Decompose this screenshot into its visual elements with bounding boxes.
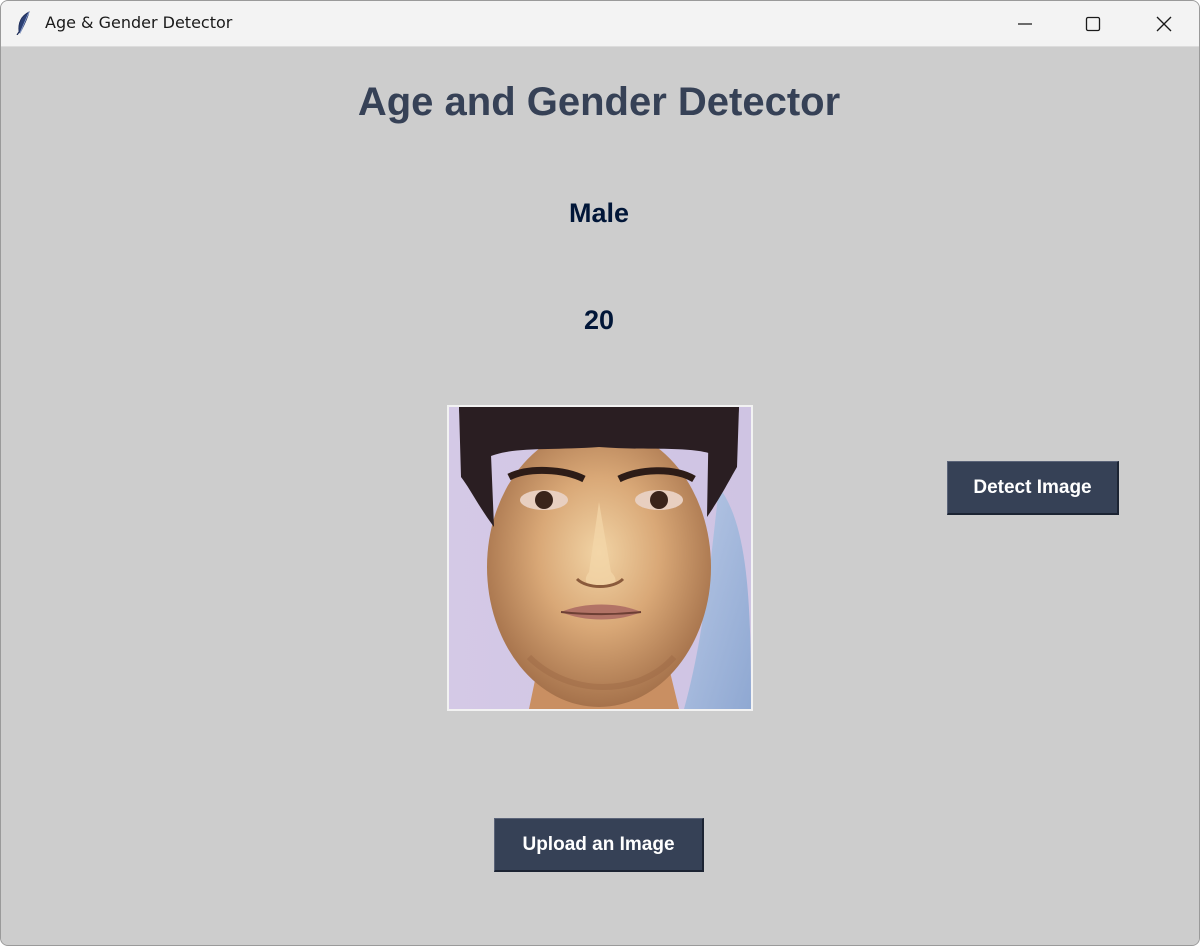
app-window: Age & Gender Detector Age and Gender Det… (0, 0, 1200, 946)
upload-image-button[interactable]: Upload an Image (494, 818, 704, 872)
uploaded-face-image (447, 405, 753, 711)
detect-image-button[interactable]: Detect Image (947, 461, 1119, 515)
face-photo (449, 407, 751, 709)
age-result-label: 20 (583, 305, 615, 335)
window-title: Age & Gender Detector (45, 13, 233, 32)
main-content: Age and Gender Detector Male 20 Detect I… (1, 47, 1199, 945)
gender-result-label: Male (568, 198, 630, 228)
title-bar[interactable]: Age & Gender Detector (1, 1, 1199, 47)
close-button[interactable] (1129, 1, 1199, 46)
minimize-button[interactable] (991, 1, 1059, 46)
maximize-icon (1085, 16, 1101, 31)
page-title: Age and Gender Detector (357, 80, 841, 124)
close-icon (1156, 16, 1172, 31)
maximize-button[interactable] (1059, 1, 1127, 46)
minimize-icon (1018, 22, 1032, 25)
feather-icon (16, 11, 30, 35)
